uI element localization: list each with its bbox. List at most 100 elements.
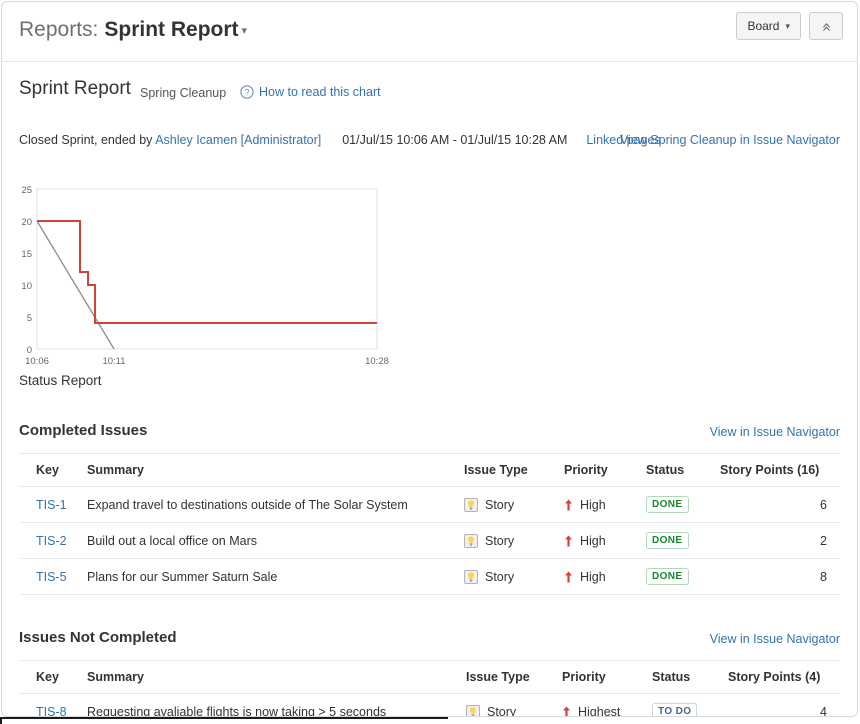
status-badge: TO DO	[652, 703, 697, 717]
column-header-story-points: Story Points (16)	[720, 454, 840, 487]
column-header-priority: Priority	[564, 454, 646, 487]
story-icon	[466, 705, 480, 718]
arrow-up-icon	[564, 570, 573, 584]
sprint-status-text: Closed Sprint, ended by	[19, 133, 152, 147]
header-buttons: Board ▾	[736, 12, 843, 40]
sprint-meta-row: View Spring Cleanup in Issue Navigator C…	[19, 133, 840, 171]
page-title-prefix: Reports:	[19, 18, 98, 41]
issue-type-label: Story	[485, 498, 514, 512]
column-header-story-points: Story Points (4)	[728, 661, 840, 694]
issue-story-points: 8	[720, 559, 840, 595]
issue-priority-label: Highest	[578, 705, 620, 718]
question-circle-icon: ?	[240, 85, 254, 99]
burndown-chart: 25 20 15 10 5 0 10:06 10:11 10:28	[19, 181, 840, 371]
column-header-status: Status	[652, 661, 728, 694]
completed-view-in-navigator-link[interactable]: View in Issue Navigator	[710, 425, 840, 439]
how-to-read-chart-link[interactable]: ? How to read this chart	[240, 85, 381, 99]
status-badge: DONE	[646, 568, 689, 585]
completed-issues-table: Key Summary Issue Type Priority Status S…	[19, 453, 840, 595]
issue-priority-label: High	[580, 534, 606, 548]
board-button[interactable]: Board ▾	[736, 12, 801, 40]
issue-type-cell: Story	[464, 570, 564, 584]
issue-priority-cell: Highest	[562, 705, 652, 718]
column-header-issue-type: Issue Type	[464, 454, 564, 487]
svg-text:15: 15	[21, 249, 32, 260]
issue-story-points: 6	[720, 487, 840, 523]
how-to-read-chart-label: How to read this chart	[259, 85, 381, 99]
issue-type-cell: Story	[466, 705, 562, 718]
arrow-up-icon	[564, 498, 573, 512]
page-bottom-edge	[0, 717, 448, 724]
issue-type-label: Story	[485, 534, 514, 548]
issue-type-cell: Story	[464, 534, 564, 548]
column-header-key: Key	[19, 454, 87, 487]
report-card: Reports: Sprint Report ▾ Board ▾ Sprint Re…	[1, 1, 858, 717]
status-badge: DONE	[646, 496, 689, 513]
column-header-summary: Summary	[87, 454, 464, 487]
issue-key-link[interactable]: TIS-1	[36, 498, 67, 512]
table-row: TIS-1 Expand travel to destinations outs…	[19, 487, 840, 523]
sprint-meta: Closed Sprint, ended by Ashley Icamen [A…	[19, 133, 840, 153]
collapse-button[interactable]	[809, 12, 843, 40]
issue-priority-label: High	[580, 570, 606, 584]
status-badge: DONE	[646, 532, 689, 549]
chart-plot-area	[37, 189, 377, 349]
issue-priority-cell: High	[564, 534, 646, 548]
table-row: TIS-8 Requesting avaliable flights is no…	[19, 694, 840, 718]
svg-text:10:11: 10:11	[102, 356, 125, 367]
sprint-date-range: 01/Jul/15 10:06 AM - 01/Jul/15 10:28 AM	[342, 133, 567, 147]
arrow-up-icon	[562, 705, 571, 718]
issue-priority-label: High	[580, 498, 606, 512]
column-header-summary: Summary	[87, 661, 466, 694]
issue-type-label: Story	[485, 570, 514, 584]
arrow-up-icon	[564, 534, 573, 548]
issues-not-completed-table: Key Summary Issue Type Priority Status S…	[19, 660, 840, 717]
story-icon	[464, 534, 478, 548]
page-header: Reports: Sprint Report ▾ Board ▾	[2, 2, 857, 62]
completed-issues-section: Completed Issues View in Issue Navigator…	[19, 422, 840, 595]
svg-text:10:28: 10:28	[365, 356, 389, 367]
issue-story-points: 4	[728, 694, 840, 718]
svg-text:25: 25	[21, 185, 32, 196]
table-header-row: Key Summary Issue Type Priority Status S…	[19, 454, 840, 487]
issue-priority-cell: High	[564, 498, 646, 512]
issue-key-link[interactable]: TIS-2	[36, 534, 67, 548]
column-header-issue-type: Issue Type	[466, 661, 562, 694]
issue-key-link[interactable]: TIS-8	[36, 705, 67, 718]
burndown-chart-svg: 25 20 15 10 5 0 10:06 10:11 10:28	[2, 181, 422, 371]
svg-text:10: 10	[21, 281, 32, 292]
svg-text:?: ?	[244, 87, 249, 97]
issue-summary: Build out a local office on Mars	[87, 523, 464, 559]
issue-priority-cell: High	[564, 570, 646, 584]
story-icon	[464, 570, 478, 584]
svg-text:20: 20	[21, 217, 32, 228]
chart-x-axis-labels: 10:06 10:11 10:28	[25, 356, 389, 367]
issue-summary: Plans for our Summer Saturn Sale	[87, 559, 464, 595]
issue-type-cell: Story	[464, 498, 564, 512]
issue-key-link[interactable]: TIS-5	[36, 570, 67, 584]
issues-not-completed-section: Issues Not Completed View in Issue Navig…	[19, 629, 840, 717]
chevron-down-icon: ▾	[785, 21, 790, 32]
column-header-priority: Priority	[562, 661, 652, 694]
sprint-report-page: Reports: Sprint Report ▾ Board ▾ Sprint Re…	[0, 0, 860, 724]
page-title-caret-icon[interactable]: ▾	[242, 25, 248, 37]
issue-story-points: 2	[720, 523, 840, 559]
svg-text:0: 0	[27, 345, 32, 356]
sprint-owner-link[interactable]: Ashley Icamen [Administrator]	[155, 133, 321, 147]
issues-not-completed-header: Issues Not Completed View in Issue Navig…	[19, 629, 840, 653]
status-report-label: Status Report	[19, 373, 840, 388]
board-button-label: Board	[747, 19, 779, 33]
table-row: TIS-2 Build out a local office on Mars	[19, 523, 840, 559]
report-subheader: Sprint Report Spring Cleanup ? How to re…	[19, 76, 840, 122]
sprint-name: Spring Cleanup	[140, 86, 226, 100]
issue-summary: Requesting avaliable flights is now taki…	[87, 694, 466, 718]
not-completed-view-in-navigator-link[interactable]: View in Issue Navigator	[710, 632, 840, 646]
report-body: Sprint Report Spring Cleanup ? How to re…	[2, 76, 857, 717]
page-title: Reports: Sprint Report ▾	[19, 18, 247, 42]
svg-text:10:06: 10:06	[25, 356, 49, 367]
page-title-main: Sprint Report	[104, 18, 238, 41]
chevron-up-icon	[820, 20, 833, 33]
column-header-status: Status	[646, 454, 720, 487]
linked-pages-link[interactable]: Linked pages	[586, 133, 660, 147]
page-bottom-edge-right	[448, 717, 860, 724]
